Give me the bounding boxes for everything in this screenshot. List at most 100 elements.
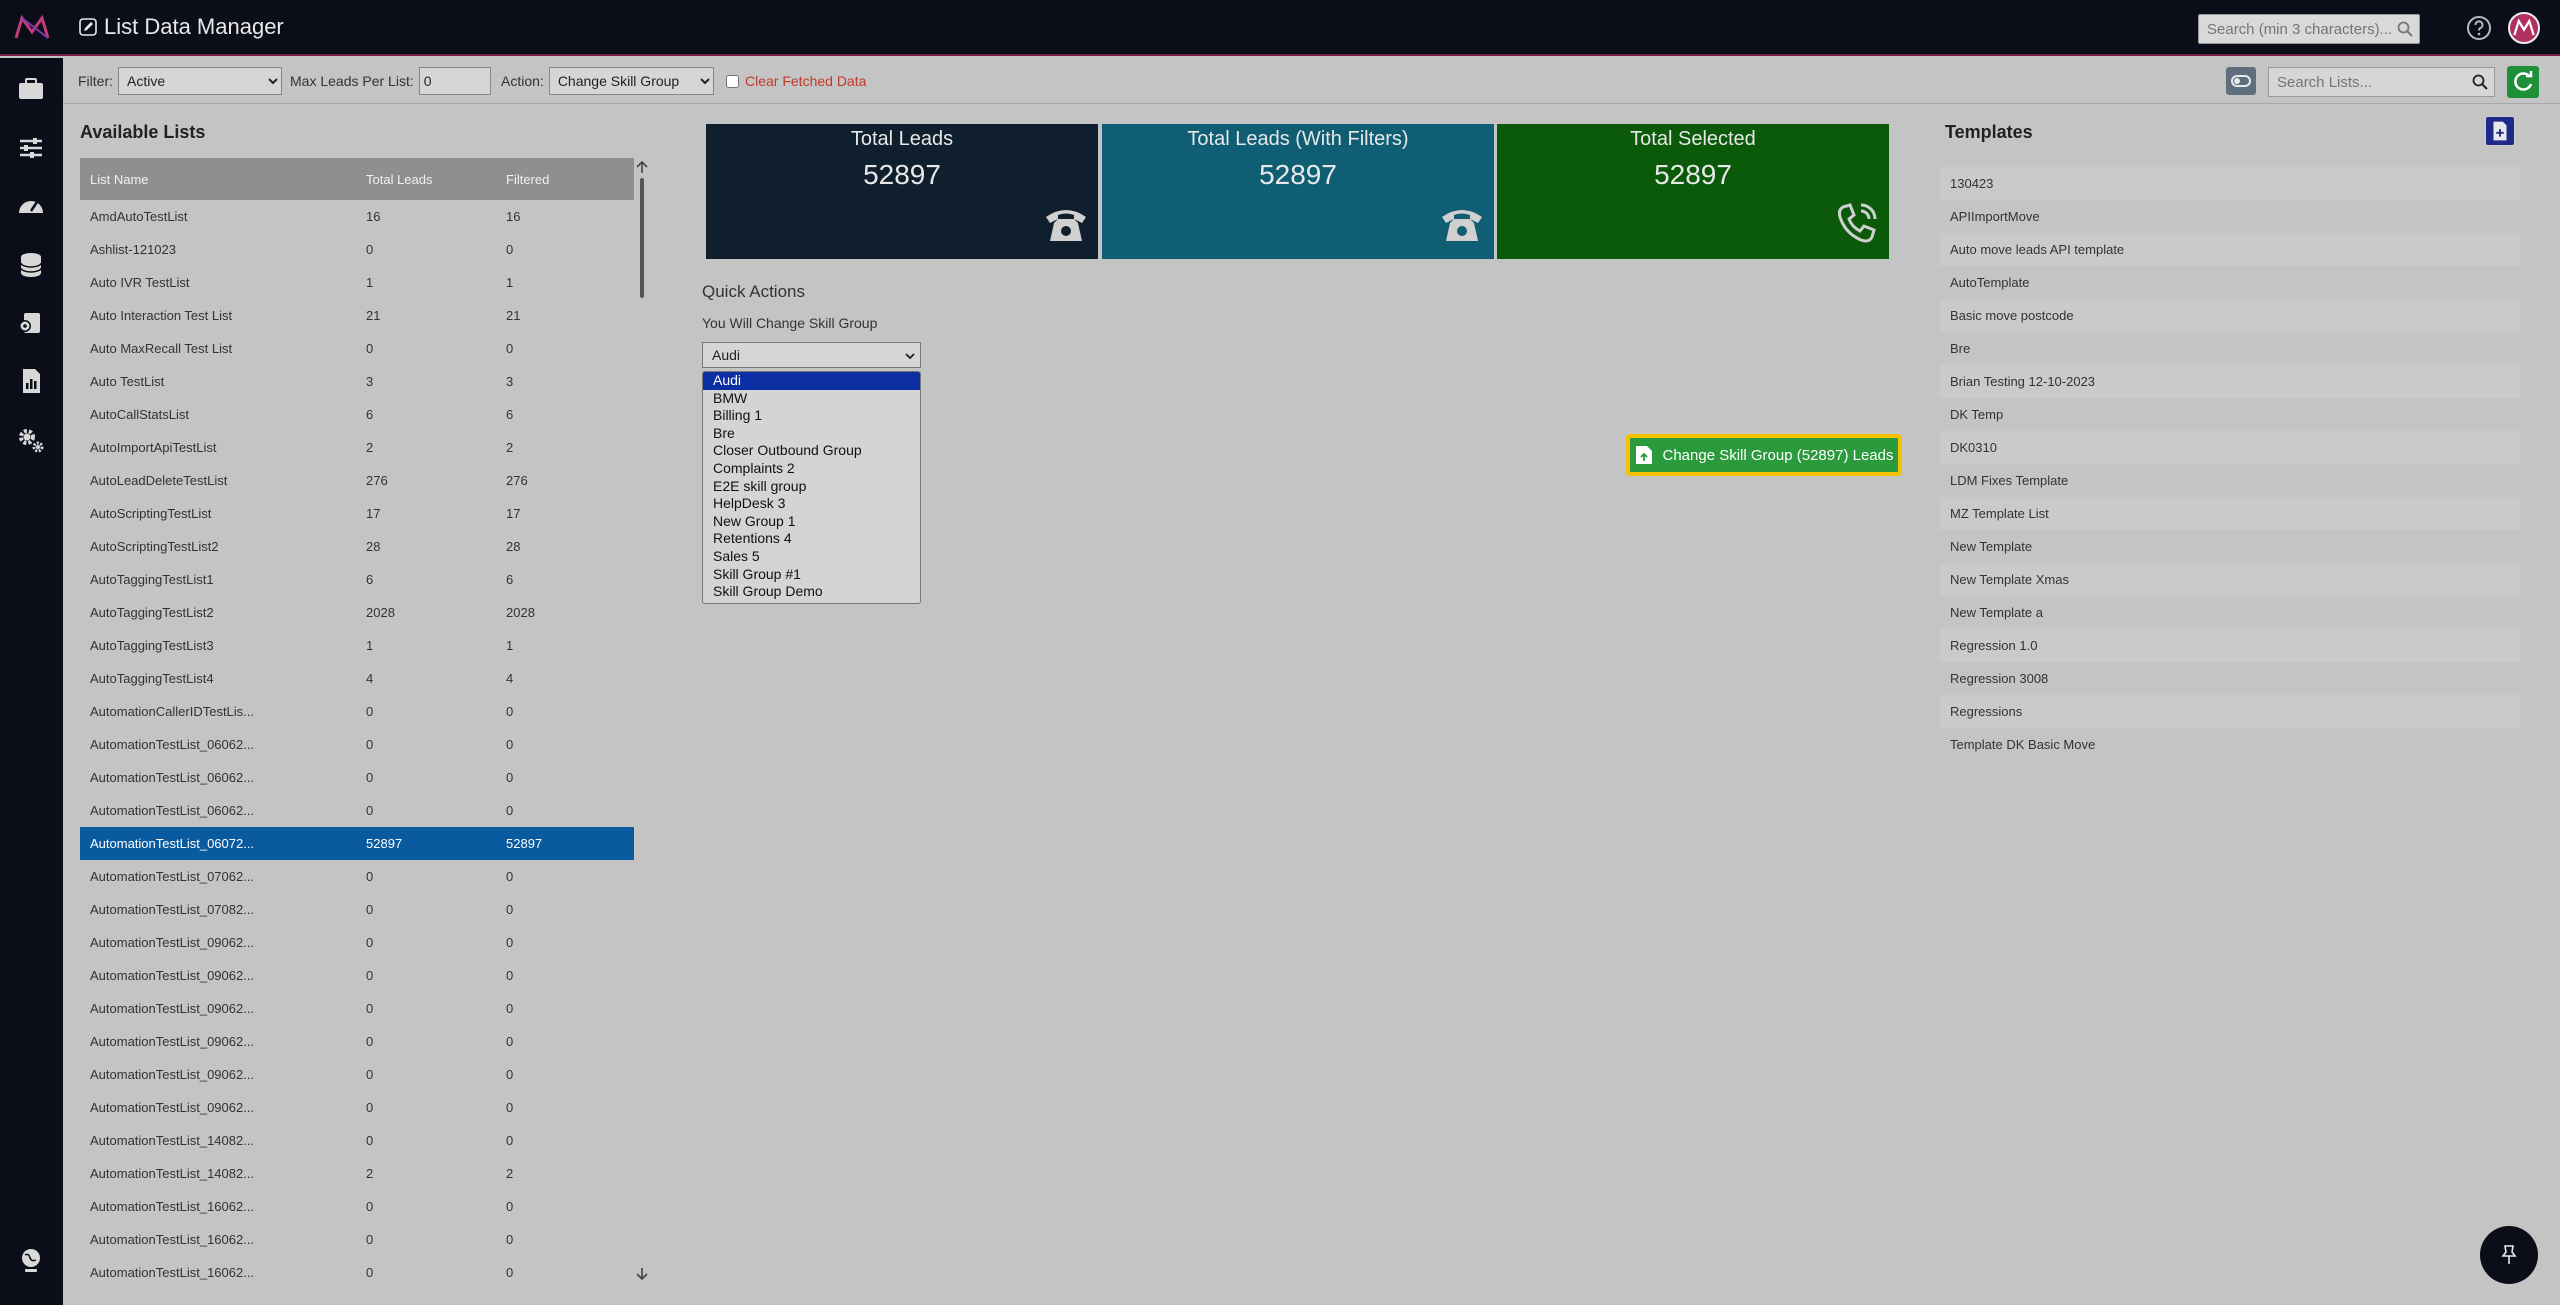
skill-group-option[interactable]: E2E skill group	[703, 478, 920, 496]
database-icon[interactable]	[16, 250, 46, 280]
table-row[interactable]: AutoScriptingTestList2 28 28	[80, 530, 634, 563]
pin-button[interactable]	[2480, 1226, 2538, 1284]
table-row[interactable]: Auto MaxRecall Test List 0 0	[80, 332, 634, 365]
table-row[interactable]: AutomationTestList_16062... 0 0	[80, 1256, 634, 1288]
list-search-input[interactable]	[2269, 68, 2494, 96]
skill-group-option[interactable]: HelpDesk 3	[703, 495, 920, 513]
add-template-button[interactable]	[2485, 116, 2515, 146]
template-item[interactable]: New Template	[1940, 530, 2520, 563]
table-row[interactable]: AutoLeadDeleteTestList 276 276	[80, 464, 634, 497]
skill-group-option[interactable]: Retentions 4	[703, 530, 920, 548]
template-item[interactable]: AutoTemplate	[1940, 266, 2520, 299]
table-row[interactable]: AmdAutoTestList 16 16	[80, 200, 634, 233]
table-row[interactable]: AutomationTestList_09062... 0 0	[80, 1058, 634, 1091]
skill-group-option[interactable]: New Group 1	[703, 513, 920, 531]
table-row[interactable]: AutomationTestList_09062... 0 0	[80, 926, 634, 959]
column-header-total-leads[interactable]: Total Leads	[360, 172, 500, 187]
template-item[interactable]: Bre	[1940, 332, 2520, 365]
filtered-cell: 16	[506, 209, 521, 224]
template-item[interactable]: Regression 1.0	[1940, 629, 2520, 662]
template-item[interactable]: Template DK Basic Move	[1940, 728, 2520, 761]
template-item[interactable]: New Template Xmas	[1940, 563, 2520, 596]
toggle-visibility-button[interactable]	[2226, 67, 2256, 95]
report-document-icon[interactable]	[16, 366, 46, 396]
template-item[interactable]: APIImportMove	[1940, 200, 2520, 233]
table-row[interactable]: AutomationTestList_14082... 0 0	[80, 1124, 634, 1157]
table-row[interactable]: AutomationTestList_07062... 0 0	[80, 860, 634, 893]
table-row[interactable]: AutoTaggingTestList3 1 1	[80, 629, 634, 662]
list-search[interactable]	[2268, 67, 2495, 97]
template-item[interactable]: Regression 3008	[1940, 662, 2520, 695]
global-search[interactable]	[2198, 14, 2420, 44]
table-row[interactable]: AutomationTestList_06062... 0 0	[80, 794, 634, 827]
table-row[interactable]: Auto Interaction Test List 21 21	[80, 299, 634, 332]
table-row[interactable]: AutomationTestList_06062... 0 0	[80, 728, 634, 761]
table-row[interactable]: AutomationTestList_16062... 0 0	[80, 1190, 634, 1223]
action-select[interactable]: Change Skill Group	[548, 67, 714, 95]
logo-icon[interactable]	[14, 14, 50, 42]
dashboard-gauge-icon[interactable]	[16, 191, 46, 221]
skill-group-option[interactable]: Sales 5	[703, 548, 920, 566]
skill-group-option[interactable]: Audi	[703, 372, 920, 390]
search-icon	[2397, 21, 2413, 37]
table-row[interactable]: AutomationTestList_06062... 0 0	[80, 761, 634, 794]
skill-group-option[interactable]: Skill Group #1	[703, 566, 920, 584]
scroll-down-icon[interactable]	[634, 1267, 650, 1281]
table-row[interactable]: AutomationTestList_09062... 0 0	[80, 959, 634, 992]
table-row[interactable]: AutoTaggingTestList2 2028 2028	[80, 596, 634, 629]
table-row[interactable]: AutoScriptingTestList 17 17	[80, 497, 634, 530]
change-skill-group-button[interactable]: Change Skill Group (52897) Leads	[1626, 434, 1902, 476]
skill-group-select[interactable]: Audi	[702, 342, 921, 368]
table-row[interactable]: AutomationTestList_09062... 0 0	[80, 1025, 634, 1058]
table-row[interactable]: AutomationCallerIDTestLis... 0 0	[80, 695, 634, 728]
clear-fetched-label[interactable]: Clear Fetched Data	[745, 73, 866, 89]
globe-support-icon[interactable]	[16, 1245, 46, 1275]
scroll-thumb[interactable]	[640, 178, 644, 298]
refresh-button[interactable]	[2507, 66, 2539, 98]
table-row[interactable]: AutomationTestList_06072... 52897 52897	[80, 827, 634, 860]
max-leads-input[interactable]	[418, 67, 491, 95]
table-row[interactable]: AutoCallStatsList 6 6	[80, 398, 634, 431]
table-row[interactable]: AutomationTestList_09062... 0 0	[80, 1091, 634, 1124]
table-row[interactable]: AutoTaggingTestList4 4 4	[80, 662, 634, 695]
template-item[interactable]: Basic move postcode	[1940, 299, 2520, 332]
clear-fetched-checkbox[interactable]	[726, 74, 739, 88]
briefcase-icon[interactable]	[16, 74, 46, 104]
skill-group-option[interactable]: Complaints 2	[703, 460, 920, 478]
template-item[interactable]: New Template a	[1940, 596, 2520, 629]
skill-group-dropdown[interactable]: Audi BMW Billing 1 Bre Closer Outbound Group…	[702, 371, 921, 604]
skill-group-option[interactable]: Skill Group Demo	[703, 583, 920, 601]
table-row[interactable]: AutomationTestList_16062... 0 0	[80, 1223, 634, 1256]
template-item[interactable]: MZ Template List	[1940, 497, 2520, 530]
column-header-filtered[interactable]: Filtered	[500, 172, 634, 187]
table-row[interactable]: AutoImportApiTestList 2 2	[80, 431, 634, 464]
gears-icon[interactable]	[16, 425, 46, 455]
filter-select[interactable]: Active	[118, 67, 282, 95]
table-row[interactable]: AutoTaggingTestList1 6 6	[80, 563, 634, 596]
table-row[interactable]: AutomationTestList_09062... 0 0	[80, 992, 634, 1025]
table-row[interactable]: Auto IVR TestList 1 1	[80, 266, 634, 299]
template-item[interactable]: Auto move leads API template	[1940, 233, 2520, 266]
column-header-list-name[interactable]: List Name	[80, 172, 360, 187]
user-settings-icon[interactable]	[16, 308, 46, 338]
table-row[interactable]: AutomationTestList_07082... 0 0	[80, 893, 634, 926]
template-item[interactable]: Regressions	[1940, 695, 2520, 728]
skill-group-option[interactable]: Bre	[703, 425, 920, 443]
template-item[interactable]: DK Temp	[1940, 398, 2520, 431]
skill-group-option[interactable]: Closer Outbound Group	[703, 442, 920, 460]
sliders-icon[interactable]	[16, 133, 46, 163]
global-search-input[interactable]	[2199, 15, 2419, 43]
template-item[interactable]: LDM Fixes Template	[1940, 464, 2520, 497]
skill-group-option[interactable]: Billing 1	[703, 407, 920, 425]
table-row[interactable]: AutomationTestList_14082... 2 2	[80, 1157, 634, 1190]
skill-group-option[interactable]: BMW	[703, 390, 920, 408]
table-row[interactable]: Ashlist-121023 0 0	[80, 233, 634, 266]
help-icon[interactable]	[2466, 15, 2492, 41]
template-item[interactable]: Brian Testing 12-10-2023	[1940, 365, 2520, 398]
list-scrollbar[interactable]	[634, 158, 650, 1283]
template-item[interactable]: 130423	[1940, 167, 2520, 200]
avatar[interactable]	[2508, 12, 2540, 44]
scroll-up-icon[interactable]	[634, 160, 650, 174]
table-row[interactable]: Auto TestList 3 3	[80, 365, 634, 398]
template-item[interactable]: DK0310	[1940, 431, 2520, 464]
